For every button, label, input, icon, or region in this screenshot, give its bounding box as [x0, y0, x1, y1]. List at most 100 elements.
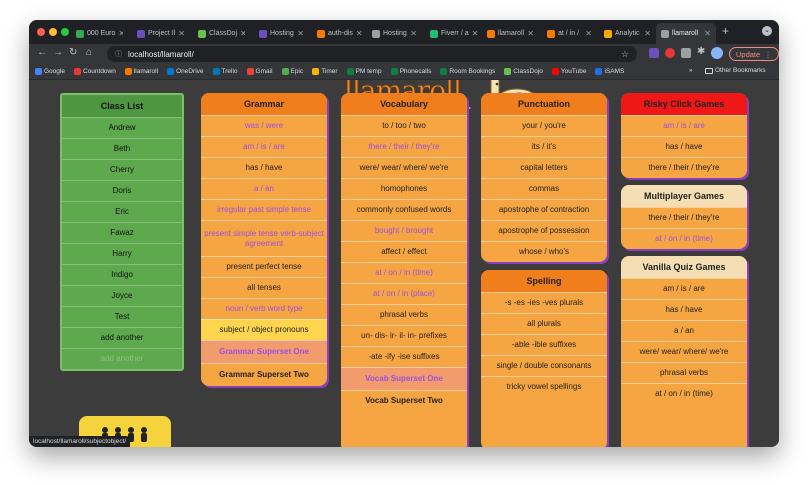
extension-icon[interactable]	[649, 48, 659, 58]
browser-tab[interactable]: Fiverr / a ✕	[425, 23, 480, 44]
bookmark-item[interactable]: YouTube	[551, 68, 586, 75]
list-item[interactable]: Doris	[62, 180, 182, 201]
bookmark-item[interactable]: Gmail	[246, 68, 273, 75]
list-item[interactable]: tricky vowel spellings	[481, 376, 607, 397]
list-item[interactable]: Joyce	[62, 285, 182, 306]
browser-tab[interactable]: Hosting ✕	[254, 23, 309, 44]
browser-tab[interactable]: 000 Euro ✕	[71, 23, 123, 44]
list-item[interactable]: at / on / in (time)	[341, 262, 467, 283]
list-item[interactable]: noun / verb word type	[201, 298, 327, 319]
list-item[interactable]: has / have	[621, 299, 747, 320]
bookmark-item[interactable]: llamaroll	[124, 68, 158, 75]
update-button[interactable]: Update ⋮	[729, 47, 779, 61]
bookmark-star-icon[interactable]: ☆	[621, 49, 629, 60]
list-item[interactable]: -s -es -ies -ves plurals	[481, 292, 607, 313]
list-item[interactable]: a / an	[201, 178, 327, 199]
browser-tab[interactable]: Project Il ✕	[132, 23, 184, 44]
browser-tab[interactable]: at / in / ✕	[542, 23, 597, 44]
list-item[interactable]: all plurals	[481, 313, 607, 334]
list-item[interactable]: Grammar Superset Two	[201, 363, 327, 386]
close-tab-icon[interactable]: ✕	[585, 29, 592, 38]
address-bar[interactable]: ⓘ localhost/llamaroll/ ☆	[107, 46, 637, 62]
tab-search-icon[interactable]: ⌄	[762, 26, 772, 36]
list-item[interactable]: were/ wear/ where/ we're	[621, 341, 747, 362]
maximize-window-button[interactable]	[61, 28, 69, 36]
list-item[interactable]: your / you're	[481, 115, 607, 136]
home-icon[interactable]: ⌂	[86, 47, 92, 58]
list-item[interactable]: at / on / in (time)	[621, 383, 747, 404]
bookmark-item[interactable]: Trello	[212, 68, 238, 75]
list-item[interactable]: add another	[62, 348, 182, 369]
reload-icon[interactable]: ↻	[69, 47, 77, 58]
bookmark-item[interactable]: iSAMS	[595, 68, 624, 75]
list-item[interactable]: bought / brought	[341, 220, 467, 241]
list-item[interactable]: phrasal verbs	[621, 362, 747, 383]
list-item[interactable]: Beth	[62, 138, 182, 159]
list-item[interactable]: were/ wear/ where/ we're	[341, 157, 467, 178]
close-tab-icon[interactable]: ✕	[297, 29, 304, 38]
list-item[interactable]: commas	[481, 178, 607, 199]
list-item[interactable]: present perfect tense	[201, 256, 327, 277]
list-item[interactable]: to / too / two	[341, 115, 467, 136]
list-item[interactable]: commonly confused words	[341, 199, 467, 220]
list-item[interactable]: Andrew	[62, 117, 182, 138]
list-item[interactable]: whose / who's	[481, 241, 607, 262]
forward-icon[interactable]: →	[53, 47, 63, 58]
bookmark-item[interactable]: Phonecalls	[390, 68, 431, 75]
list-item[interactable]: there / their / they're	[341, 136, 467, 157]
bookmark-item[interactable]: Room Bookings	[440, 68, 495, 75]
list-item[interactable]: a / an	[621, 320, 747, 341]
list-item[interactable]: irregular past simple tense	[201, 199, 327, 220]
list-item[interactable]: homophones	[341, 178, 467, 199]
list-item[interactable]: there / their / they're	[621, 157, 747, 178]
list-item[interactable]: all tenses	[201, 277, 327, 298]
extension-icon[interactable]	[665, 48, 675, 58]
list-item[interactable]: add another	[62, 327, 182, 348]
close-tab-icon[interactable]: ✕	[178, 29, 184, 38]
list-item[interactable]: Vocab Superset One	[341, 367, 467, 390]
browser-tab[interactable]: ClassDoj ✕	[193, 23, 245, 44]
list-item[interactable]: Fawaz	[62, 222, 182, 243]
minimize-window-button[interactable]	[49, 28, 57, 36]
list-item[interactable]: subject / object pronouns	[201, 319, 327, 340]
browser-tab[interactable]: Analytic ✕	[599, 23, 656, 44]
browser-tab[interactable]: Hosting ✕	[367, 23, 422, 44]
list-item[interactable]: affect / effect	[341, 241, 467, 262]
list-item[interactable]: am / is / are	[201, 136, 327, 157]
list-item[interactable]: at / on / in (place)	[341, 283, 467, 304]
close-tab-icon[interactable]: ✕	[704, 29, 711, 38]
new-tab-button[interactable]: +	[722, 24, 729, 38]
close-tab-icon[interactable]: ✕	[118, 29, 123, 38]
list-item[interactable]: apostrophe of contraction	[481, 199, 607, 220]
list-item[interactable]: present simple tense verb-subject agreem…	[201, 220, 327, 256]
bookmark-item[interactable]: Google	[35, 68, 65, 75]
list-item[interactable]: Harry	[62, 243, 182, 264]
list-item[interactable]: Vocab Superset Two	[341, 390, 467, 411]
extension-icon[interactable]	[681, 48, 691, 58]
list-item[interactable]: am / is / are	[621, 115, 747, 136]
list-item[interactable]: phrasal verbs	[341, 304, 467, 325]
back-icon[interactable]: ←	[37, 47, 47, 58]
close-tab-icon[interactable]: ✕	[472, 29, 479, 38]
browser-tab[interactable]: llamaroll ✕	[482, 23, 539, 44]
list-item[interactable]: am / is / are	[621, 278, 747, 299]
list-item[interactable]: Test	[62, 306, 182, 327]
close-tab-icon[interactable]: ✕	[356, 29, 363, 38]
close-window-button[interactable]	[37, 28, 45, 36]
list-item[interactable]: Indigo	[62, 264, 182, 285]
list-item[interactable]: un- dis- ir- il- in- prefixes	[341, 325, 467, 346]
bookmark-item[interactable]: ClassDojo	[504, 68, 543, 75]
list-item[interactable]: Cherry	[62, 159, 182, 180]
list-item[interactable]: apostrophe of possession	[481, 220, 607, 241]
list-item[interactable]: has / have	[621, 136, 747, 157]
close-tab-icon[interactable]: ✕	[240, 29, 245, 38]
bookmark-item[interactable]: Epic	[281, 68, 303, 75]
close-tab-icon[interactable]: ✕	[644, 29, 651, 38]
browser-tab[interactable]: llamaroll ✕	[656, 23, 716, 44]
list-item[interactable]: -ate -ify -ise suffixes	[341, 346, 467, 367]
bookmarks-overflow-button[interactable]: »	[689, 67, 693, 74]
bookmark-item[interactable]: PM temp	[346, 68, 382, 75]
avatar[interactable]	[711, 47, 723, 59]
list-item[interactable]: at / on / in (time)	[621, 228, 747, 249]
other-bookmarks-button[interactable]: Other Bookmarks	[705, 67, 766, 74]
